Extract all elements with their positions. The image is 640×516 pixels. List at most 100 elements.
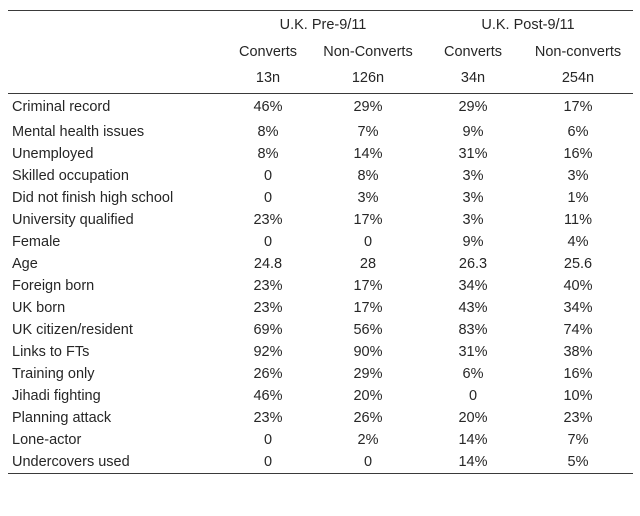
table-row: UK born 23% 17% 43% 34% <box>8 297 633 319</box>
row-value: 0 <box>263 432 273 448</box>
row-value: 4% <box>567 234 589 250</box>
row-value: 6% <box>567 124 589 140</box>
row-value: 16% <box>563 146 593 162</box>
row-value: 56% <box>353 322 383 338</box>
row-value: 23% <box>253 212 283 228</box>
row-value: 23% <box>563 410 593 426</box>
row-value: 1% <box>567 190 589 206</box>
table-row: Planning attack 23% 26% 20% 23% <box>8 407 633 429</box>
row-value: 31% <box>458 344 488 360</box>
row-value: 16% <box>563 366 593 382</box>
statistics-table-container: U.K. Pre-9/11 U.K. Post-9/11 Converts No… <box>8 10 633 474</box>
row-value: 0 <box>363 454 373 470</box>
table-row: Training only 26% 29% 6% 16% <box>8 363 633 385</box>
row-label: University qualified <box>12 212 134 228</box>
row-value: 24.8 <box>253 256 283 272</box>
column-header-pre-non-converts: Non-Converts <box>323 44 413 60</box>
row-value: 8% <box>257 124 279 140</box>
row-value: 5% <box>567 454 589 470</box>
row-value: 17% <box>353 300 383 316</box>
table-row: Unemployed 8% 14% 31% 16% <box>8 143 633 165</box>
row-label: Criminal record <box>12 99 111 115</box>
row-value: 29% <box>353 366 383 382</box>
row-value: 8% <box>257 146 279 162</box>
row-value: 83% <box>458 322 488 338</box>
row-label: UK born <box>12 300 66 316</box>
table-row: University qualified 23% 17% 3% 11% <box>8 209 633 231</box>
table-row: Did not finish high school 0 3% 3% 1% <box>8 187 633 209</box>
row-value: 0 <box>263 234 273 250</box>
table-row: Links to FTs 92% 90% 31% 38% <box>8 341 633 363</box>
row-value: 17% <box>563 99 593 115</box>
row-value: 8% <box>357 168 379 184</box>
row-value: 3% <box>462 168 484 184</box>
row-label: Unemployed <box>12 146 94 162</box>
table-row: Age 24.8 28 26.3 25.6 <box>8 253 633 275</box>
sample-size-row: 13n 126n 34n 254n <box>8 66 633 93</box>
row-value: 7% <box>357 124 379 140</box>
table-header: U.K. Pre-9/11 U.K. Post-9/11 Converts No… <box>8 10 633 94</box>
table-row: Foreign born 23% 17% 34% 40% <box>8 275 633 297</box>
row-value: 0 <box>263 190 273 206</box>
row-value: 25.6 <box>563 256 593 272</box>
row-label: Did not finish high school <box>12 190 174 206</box>
row-label: Lone-actor <box>12 432 82 448</box>
table-body: Criminal record 46% 29% 29% 17% Mental health… <box>8 94 633 474</box>
row-value: 14% <box>458 432 488 448</box>
row-value: 26% <box>253 366 283 382</box>
row-value: 20% <box>458 410 488 426</box>
row-label: Foreign born <box>12 278 95 294</box>
row-value: 0 <box>263 168 273 184</box>
row-value: 0 <box>263 454 273 470</box>
row-label: Undercovers used <box>12 454 130 470</box>
row-value: 7% <box>567 432 589 448</box>
sample-size-pre-converts: 13n <box>255 70 281 86</box>
row-value: 28 <box>359 256 377 272</box>
row-value: 74% <box>563 322 593 338</box>
row-label: UK citizen/resident <box>12 322 133 338</box>
row-value: 2% <box>357 432 379 448</box>
corner-cell <box>8 11 223 40</box>
row-value: 3% <box>357 190 379 206</box>
row-value: 0 <box>363 234 373 250</box>
row-label: Links to FTs <box>12 344 90 360</box>
row-label: Mental health issues <box>12 124 145 140</box>
table-row: Undercovers used 0 0 14% 5% <box>8 451 633 474</box>
row-value: 10% <box>563 388 593 404</box>
table-row: Lone-actor 0 2% 14% 7% <box>8 429 633 451</box>
column-header-post-converts: Converts <box>443 44 503 60</box>
statistics-table: U.K. Pre-9/11 U.K. Post-9/11 Converts No… <box>8 10 633 474</box>
row-value: 11% <box>564 212 592 228</box>
column-header-row: Converts Non-Converts Converts Non-conve… <box>8 40 633 66</box>
row-value: 9% <box>462 234 484 250</box>
column-header-pre-converts: Converts <box>238 44 298 60</box>
row-value: 29% <box>458 99 488 115</box>
row-value: 31% <box>458 146 488 162</box>
row-value: 14% <box>353 146 383 162</box>
corner-cell <box>8 40 223 66</box>
row-value: 23% <box>253 410 283 426</box>
row-value: 0 <box>468 388 478 404</box>
row-value: 46% <box>253 388 283 404</box>
row-value: 23% <box>253 278 283 294</box>
sample-size-post-non-converts: 254n <box>561 70 595 86</box>
sample-size-post-converts: 34n <box>460 70 486 86</box>
column-header-post-non-converts: Non-converts <box>534 44 622 60</box>
group-header-row: U.K. Pre-9/11 U.K. Post-9/11 <box>8 11 633 40</box>
row-value: 20% <box>353 388 383 404</box>
row-value: 17% <box>353 278 383 294</box>
row-value: 26.3 <box>458 256 488 272</box>
row-value: 38% <box>563 344 593 360</box>
row-value: 46% <box>253 99 283 115</box>
row-value: 90% <box>353 344 383 360</box>
table-row: Skilled occupation 0 8% 3% 3% <box>8 165 633 187</box>
row-label: Jihadi fighting <box>12 388 101 404</box>
row-value: 92% <box>253 344 283 360</box>
row-value: 9% <box>462 124 484 140</box>
row-value: 40% <box>563 278 593 294</box>
row-value: 3% <box>462 212 484 228</box>
row-value: 43% <box>458 300 488 316</box>
group-header-post-911: U.K. Post-9/11 <box>481 17 575 33</box>
row-value: 6% <box>462 366 484 382</box>
row-label: Age <box>12 256 38 272</box>
